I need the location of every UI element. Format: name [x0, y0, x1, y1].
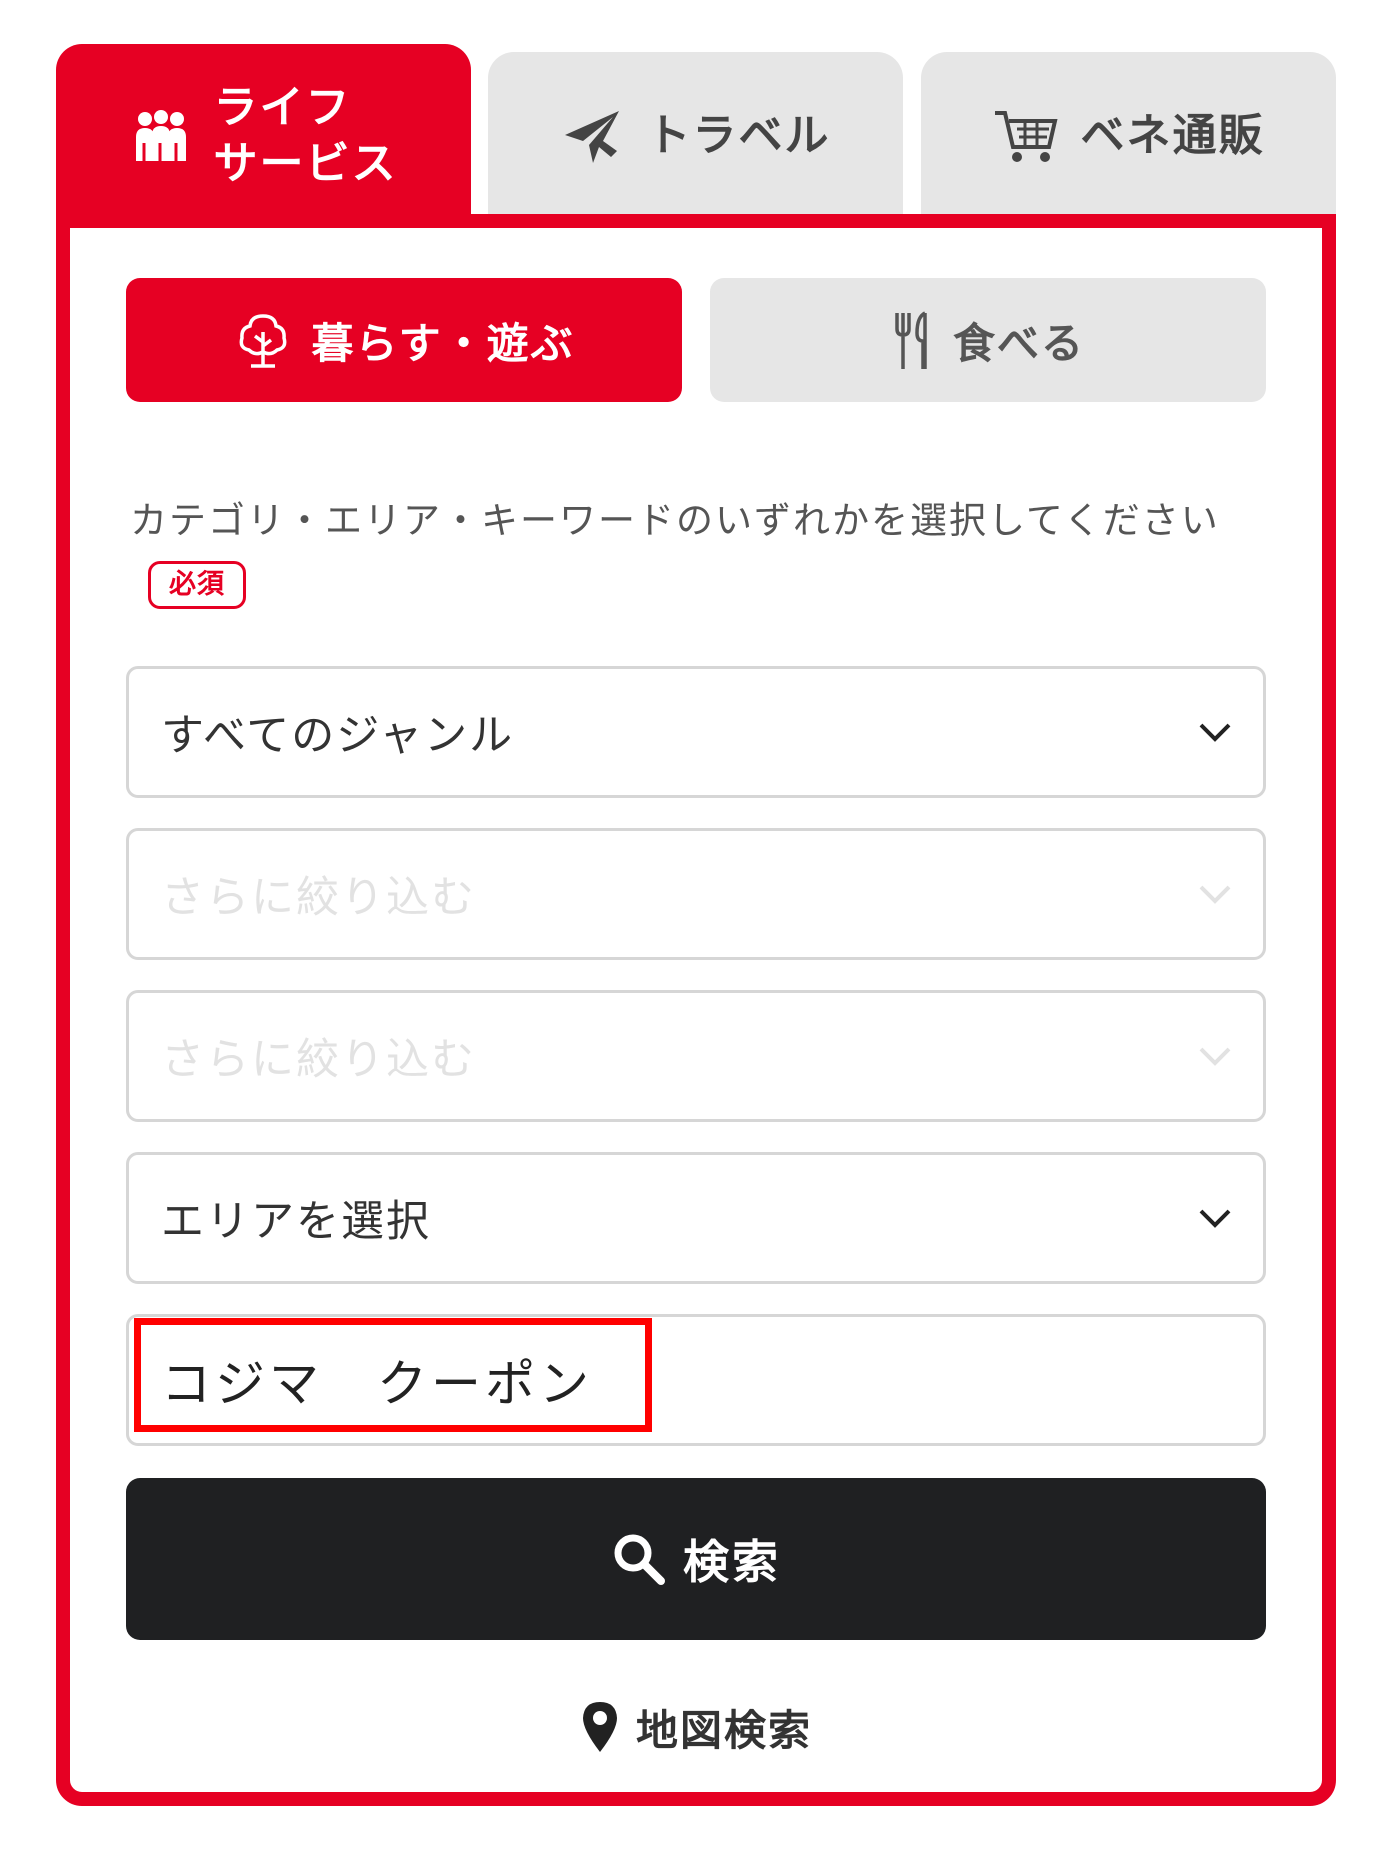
keyword-input-value: コジマ クーポン: [161, 1355, 593, 1413]
instruction-text: カテゴリ・エリア・キーワードのいずれかを選択してください必須: [130, 490, 1240, 614]
search-icon: [611, 1531, 667, 1587]
tab-label: ライフ サービス: [213, 82, 398, 189]
fork-knife-icon: [891, 309, 935, 371]
chevron-down-icon: [1199, 885, 1231, 904]
tree-icon: [233, 312, 293, 368]
chevron-down-icon: [1199, 723, 1231, 742]
subtab-live-play[interactable]: 暮らす・遊ぶ: [126, 278, 682, 402]
airplane-icon: [561, 107, 625, 165]
area-select-value: エリアを選択: [161, 1197, 431, 1247]
chevron-down-icon: [1199, 1047, 1231, 1066]
chevron-down-icon: [1199, 1209, 1231, 1228]
search-panel: 暮らす・遊ぶ 食べる カテゴリ・エリア・キーワードのいずれかを選択してください必…: [56, 214, 1336, 1806]
subtab-eat[interactable]: 食べる: [710, 278, 1266, 402]
family-icon: [130, 109, 192, 163]
search-button[interactable]: 検索: [126, 1478, 1266, 1640]
genre-select[interactable]: すべてのジャンル: [126, 666, 1266, 798]
tab-label: トラベル: [646, 110, 831, 161]
subcategory-tabs: 暮らす・遊ぶ 食べる: [126, 278, 1266, 402]
instruction-message: カテゴリ・エリア・キーワードのいずれかを選択してください: [130, 499, 1220, 542]
area-select[interactable]: エリアを選択: [126, 1152, 1266, 1284]
tab-bene-shopping[interactable]: ベネ通販: [921, 52, 1336, 220]
genre-select-value: すべてのジャンル: [161, 711, 515, 761]
search-button-label: 検索: [683, 1535, 781, 1589]
cart-icon: [993, 107, 1059, 165]
subtab-label: 食べる: [952, 318, 1085, 368]
map-search-link[interactable]: 地図検索: [126, 1692, 1266, 1762]
category-tabs: ライフ サービス トラベル ベネ通販: [56, 44, 1336, 228]
refine-select-2-value: さらに絞り込む: [161, 1035, 476, 1085]
map-search-label: 地図検索: [635, 1705, 812, 1755]
refine-select-2[interactable]: さらに絞り込む: [126, 990, 1266, 1122]
refine-select-1[interactable]: さらに絞り込む: [126, 828, 1266, 960]
keyword-input[interactable]: コジマ クーポン: [126, 1314, 1266, 1446]
required-badge: 必須: [148, 560, 246, 609]
refine-select-1-value: さらに絞り込む: [161, 873, 476, 923]
map-pin-icon: [580, 1700, 620, 1754]
tab-life-service[interactable]: ライフ サービス: [56, 44, 471, 228]
tab-travel[interactable]: トラベル: [488, 52, 903, 220]
tab-label: ベネ通販: [1080, 110, 1265, 161]
subtab-label: 暮らす・遊ぶ: [311, 318, 575, 368]
